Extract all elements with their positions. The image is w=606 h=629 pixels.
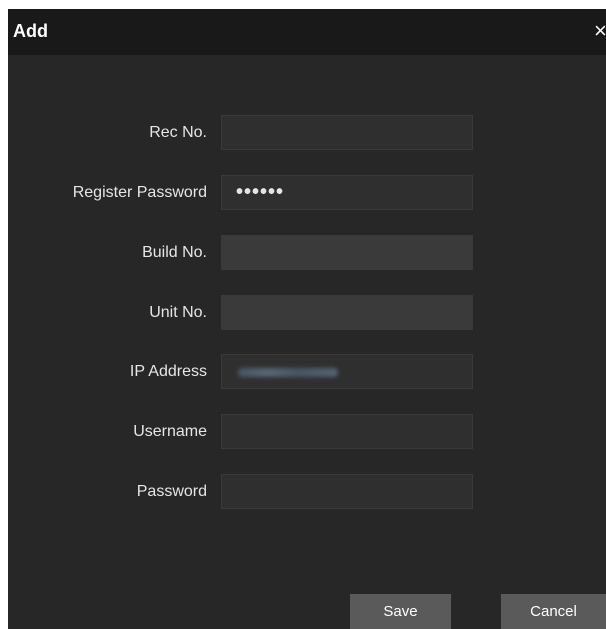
unit-no-label: Unit No.	[149, 304, 207, 321]
password-input[interactable]	[221, 474, 473, 509]
register-password-input[interactable]: ••••••	[221, 175, 473, 210]
form-row-ip-address: IP Address	[8, 354, 606, 389]
form-row-build-no: Build No.	[8, 235, 606, 270]
add-dialog: Add × Rec No. Register Password •••••• B…	[8, 9, 606, 629]
username-input[interactable]	[221, 414, 473, 449]
cancel-button[interactable]: Cancel	[501, 594, 606, 629]
register-password-label: Register Password	[72, 184, 207, 201]
ip-address-input[interactable]	[221, 354, 473, 389]
ip-address-label: IP Address	[129, 363, 207, 380]
form-row-username: Username	[8, 414, 606, 449]
username-label: Username	[133, 423, 207, 440]
rec-no-label: Rec No.	[149, 124, 207, 141]
form-row-password: Password	[8, 474, 606, 509]
save-button[interactable]: Save	[350, 594, 451, 629]
close-icon[interactable]: ×	[594, 19, 606, 43]
password-label: Password	[136, 483, 207, 500]
rec-no-input[interactable]	[221, 115, 473, 150]
unit-no-input[interactable]	[221, 295, 473, 330]
form-row-rec-no: Rec No.	[8, 115, 606, 150]
build-no-label: Build No.	[142, 244, 207, 261]
dialog-titlebar: Add ×	[8, 9, 606, 55]
build-no-input[interactable]	[221, 235, 473, 270]
form-row-register-password: Register Password ••••••	[8, 175, 606, 210]
form-row-unit-no: Unit No.	[8, 295, 606, 330]
dialog-title: Add	[13, 21, 48, 41]
blurred-ip-value	[238, 367, 338, 377]
